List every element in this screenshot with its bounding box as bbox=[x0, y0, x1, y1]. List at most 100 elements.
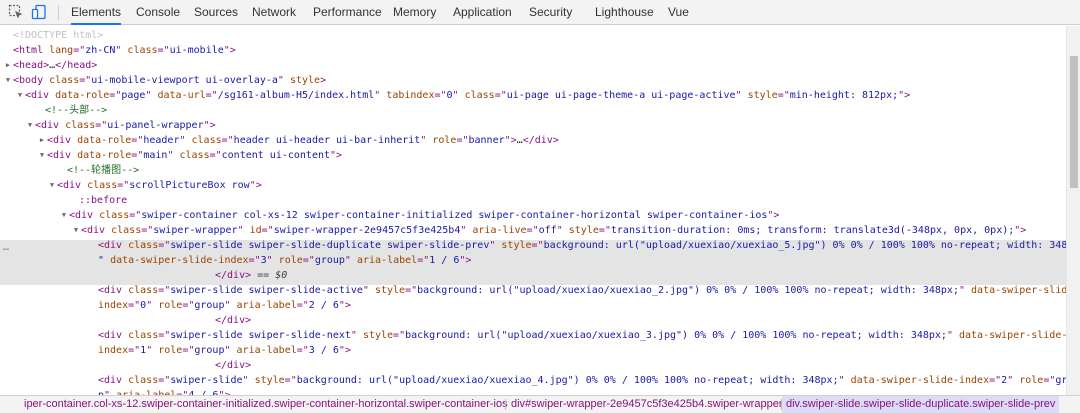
dom-token-tag: =" bbox=[494, 90, 507, 101]
dom-tree-line[interactable]: ::before bbox=[79, 193, 1066, 208]
dom-token-tag: </div> bbox=[215, 315, 252, 326]
dom-token-val: header bbox=[143, 135, 180, 146]
dom-tree-line[interactable]: ▶ <head>…</head> bbox=[6, 58, 1066, 73]
collapse-arrow-icon[interactable]: ▼ bbox=[37, 148, 47, 163]
dom-token-val: content ui-content bbox=[221, 150, 331, 161]
dom-token-attr: data-role bbox=[77, 150, 132, 161]
collapse-arrow-icon[interactable]: ▼ bbox=[15, 88, 25, 103]
dom-token-tag: =" bbox=[296, 345, 309, 356]
dom-token-tag: =" bbox=[109, 90, 122, 101]
dom-tree-line[interactable]: ▼ <div class="ui-panel-wrapper"> bbox=[28, 118, 1066, 133]
dom-token-tag: "> bbox=[767, 210, 780, 221]
dom-token-attr: class bbox=[128, 330, 159, 341]
dom-token-tag: <div bbox=[57, 180, 88, 191]
breadcrumb-swiper-wrapper[interactable]: div#swiper-wrapper-2e9457c5f3e425b4.swip… bbox=[511, 396, 782, 413]
dom-token-tag: <head> bbox=[13, 60, 50, 71]
scrollbar-thumb[interactable] bbox=[1070, 56, 1078, 188]
dom-token-tag: " bbox=[145, 90, 158, 101]
tab-lighthouse[interactable]: Lighthouse bbox=[595, 0, 654, 24]
dom-tree-line[interactable]: ▶ <div data-role="header" class="header u… bbox=[40, 133, 1066, 148]
dom-token-tag: " bbox=[237, 225, 250, 236]
tab-console[interactable]: Console bbox=[136, 0, 180, 24]
expand-arrow-icon[interactable]: ▶ bbox=[3, 58, 13, 73]
dom-tree-line[interactable]: <div class="swiper-slide" style="backgro… bbox=[98, 373, 1066, 388]
expand-arrow-icon[interactable]: ▶ bbox=[37, 133, 47, 148]
collapse-arrow-icon[interactable]: ▼ bbox=[71, 223, 81, 238]
dom-tree-line[interactable]: ▼ <div class="swiper-container col-xs-12 … bbox=[62, 208, 1066, 223]
dom-token-tag: =" bbox=[141, 225, 154, 236]
dom-token-val: transition-duration: 0ms; transform: tra… bbox=[610, 225, 1015, 236]
dom-token-attr: class bbox=[111, 225, 142, 236]
dom-token-tag: " bbox=[224, 345, 237, 356]
dom-tree-line[interactable]: <div class="swiper-slide swiper-slide-ne… bbox=[98, 328, 1066, 343]
dom-token-attr: data-swiper-slide- bbox=[959, 330, 1066, 341]
dom-tree-line[interactable]: </div> bbox=[215, 358, 1066, 373]
dom-tree-line[interactable]: <!--轮播图--> bbox=[67, 163, 1066, 178]
dom-token-cmt: <!--轮播图--> bbox=[67, 165, 140, 176]
collapse-arrow-icon[interactable]: ▼ bbox=[25, 118, 35, 133]
dom-tree-line[interactable]: ▼ <div class="swiper-wrapper" id="swiper-… bbox=[74, 223, 1066, 238]
dom-token-attr: index bbox=[98, 345, 129, 356]
dom-tree-line[interactable]: </div> == $0 bbox=[215, 268, 1066, 283]
dom-token-tag: <body bbox=[13, 75, 50, 86]
dom-token-tag: =" bbox=[117, 180, 130, 191]
tab-vue[interactable]: Vue bbox=[668, 0, 689, 24]
dom-tree-line[interactable]: p" aria-label="4 / 6"> bbox=[98, 388, 1066, 395]
dom-tree-line[interactable]: " data-swiper-slide-index="3" role="grou… bbox=[98, 253, 1066, 268]
collapse-arrow-icon[interactable]: ▼ bbox=[3, 73, 13, 88]
dom-tree[interactable]: … <!DOCTYPE html> <html lang="zh-CN" clas… bbox=[0, 26, 1066, 395]
dom-token-attr: class bbox=[191, 135, 222, 146]
dom-token-tag: =" bbox=[526, 225, 539, 236]
dom-tree-line[interactable]: </div> bbox=[215, 313, 1066, 328]
dom-tree-line[interactable]: <!DOCTYPE html> bbox=[13, 28, 1066, 43]
dom-token-tag: "> bbox=[330, 150, 343, 161]
dom-token-tag: " bbox=[946, 330, 959, 341]
dom-tree-line[interactable]: <div class="swiper-slide swiper-slide-du… bbox=[98, 238, 1066, 253]
dom-token-tag: =" bbox=[405, 285, 418, 296]
tab-security[interactable]: Security bbox=[529, 0, 572, 24]
dom-tree-line[interactable]: ▼ <div class="scrollPictureBox row"> bbox=[50, 178, 1066, 193]
tab-application[interactable]: Application bbox=[453, 0, 512, 24]
dom-tree-line[interactable]: <!--头部--> bbox=[45, 103, 1066, 118]
inspect-element-icon[interactable] bbox=[8, 4, 24, 20]
dom-token-tag: "> bbox=[898, 90, 911, 101]
dom-token-tag: " bbox=[242, 375, 255, 386]
dom-tree-line[interactable]: ▼ <div data-role="main" class="content ui… bbox=[40, 148, 1066, 163]
collapse-arrow-icon[interactable]: ▼ bbox=[47, 178, 57, 193]
tab-elements[interactable]: Elements bbox=[71, 0, 122, 25]
dom-tree-line[interactable]: ▼ <body class="ui-mobile-viewport ui-over… bbox=[6, 73, 1066, 88]
vertical-scrollbar[interactable] bbox=[1066, 26, 1080, 395]
dom-tree-line[interactable]: index="1" role="group" aria-label="3 / 6… bbox=[98, 343, 1066, 358]
dom-tree-line[interactable]: <html lang="zh-CN" class="ui-mobile"> bbox=[13, 43, 1066, 58]
dom-token-tag: " bbox=[489, 240, 502, 251]
dom-tree-line[interactable]: index="0" role="group" aria-label="2 / 6… bbox=[98, 298, 1066, 313]
dom-token-tag: =" bbox=[131, 150, 144, 161]
dom-token-tag: =" bbox=[157, 45, 170, 56]
collapse-arrow-icon[interactable]: ▼ bbox=[59, 208, 69, 223]
dom-token-tag: <div bbox=[98, 375, 129, 386]
tab-performance[interactable]: Performance bbox=[313, 0, 382, 24]
dom-token-tag: </div> bbox=[215, 360, 252, 371]
devtools-panel: Elements Console Sources Network Perform… bbox=[0, 0, 1080, 413]
dom-token-val: swiper-wrapper-2e9457c5f3e425b4 bbox=[273, 225, 461, 236]
dom-token-tag: " bbox=[344, 255, 357, 266]
tab-memory[interactable]: Memory bbox=[393, 0, 436, 24]
dom-token-tag: =" bbox=[393, 330, 406, 341]
dom-token-tag: "> bbox=[249, 180, 262, 191]
dom-token-tag: <div bbox=[81, 225, 112, 236]
dom-tree-line[interactable]: <div class="swiper-slide swiper-slide-ac… bbox=[98, 283, 1066, 298]
dom-token-val: ui-mobile-viewport ui-overlay-a bbox=[91, 75, 278, 86]
device-toolbar-icon[interactable] bbox=[31, 4, 47, 20]
tab-network[interactable]: Network bbox=[252, 0, 296, 24]
dom-token-tag: <div bbox=[98, 330, 129, 341]
dom-tree-line[interactable]: ▼ <div data-role="page" data-url="/sg161-… bbox=[18, 88, 1066, 103]
dom-token-val: 3 / 6 bbox=[308, 345, 339, 356]
node-actions-ellipsis[interactable]: … bbox=[3, 240, 9, 255]
breadcrumb-swiper-slide-prev[interactable]: div.swiper-slide.swiper-slide-duplicate.… bbox=[782, 396, 1060, 413]
tab-sources[interactable]: Sources bbox=[194, 0, 238, 24]
dom-token-attr: class bbox=[128, 285, 159, 296]
dom-token-val: 2 / 6 bbox=[308, 300, 339, 311]
dom-token-tag: "> bbox=[203, 120, 216, 131]
dom-token-tag: =" bbox=[434, 90, 447, 101]
breadcrumb-swiper-container[interactable]: iper-container.col-xs-12.swiper-containe… bbox=[24, 396, 508, 413]
